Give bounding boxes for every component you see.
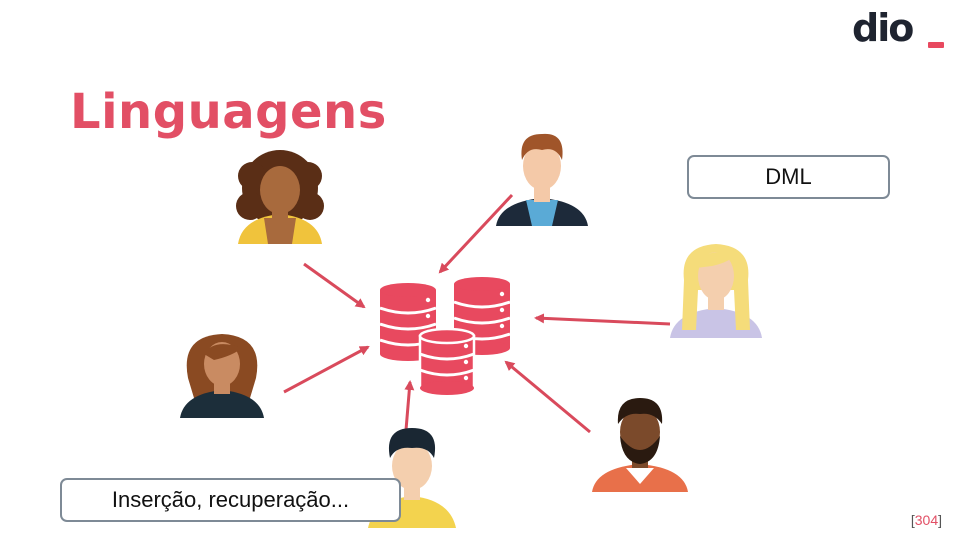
page-bracket-close: ] — [938, 512, 942, 528]
page-number: [304] — [911, 512, 942, 528]
dml-label: DML — [765, 164, 812, 189]
arrow-from-top-left-person — [303, 262, 366, 309]
page-number-value: 304 — [914, 512, 939, 528]
person-wavy-hair-icon — [180, 334, 264, 418]
operations-label: Inserção, recuperação... — [111, 487, 350, 512]
database-users-diagram — [180, 133, 762, 528]
slide: dio Linguagens DML Inserção, recuperação… — [0, 0, 960, 540]
person-curly-hair-icon — [236, 150, 324, 244]
person-blonde-icon — [670, 244, 762, 338]
database-cylinder-bottom — [418, 327, 476, 395]
arrow-from-bottom-person — [404, 380, 415, 431]
operations-label-box: Inserção, recuperação... — [60, 478, 401, 522]
database-stack-icon — [379, 277, 511, 395]
person-brown-hair-icon — [496, 133, 588, 226]
arrow-from-top-right-person — [438, 193, 514, 274]
arrow-from-left-person — [283, 345, 370, 394]
arrow-from-bottom-right-person — [504, 360, 591, 434]
person-beard-icon — [592, 398, 688, 492]
dml-label-box: DML — [687, 155, 890, 199]
arrow-from-right-person — [534, 313, 671, 326]
